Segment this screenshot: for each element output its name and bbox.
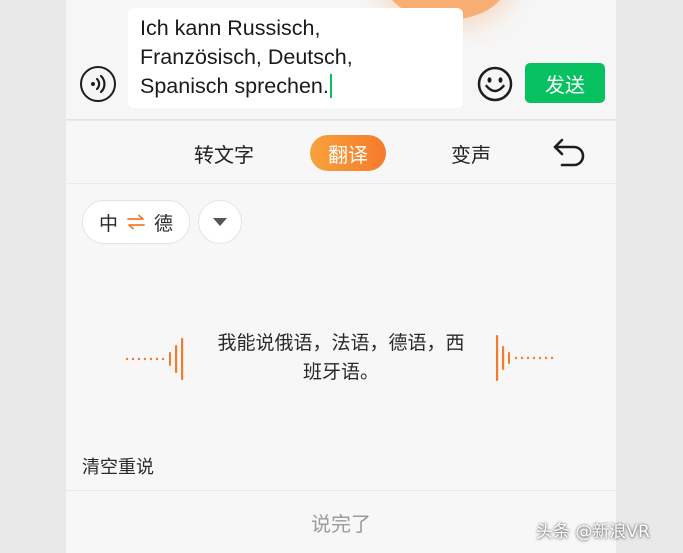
emoji-button[interactable] — [476, 65, 514, 103]
tab-translate[interactable]: 翻译 — [310, 135, 386, 171]
message-line-3-text: Spanisch sprechen. — [140, 74, 329, 98]
language-dropdown-button[interactable] — [198, 200, 242, 244]
undo-button[interactable] — [550, 137, 588, 169]
chat-voice-input-screen: Ich kann Russisch, Französisch, Deutsch,… — [0, 0, 683, 553]
watermark: 头条 @新浪VR — [536, 522, 650, 542]
undo-arrow-icon — [553, 138, 585, 167]
text-caret — [329, 74, 332, 98]
swap-arrows-icon — [126, 214, 146, 230]
finish-speaking-button[interactable]: 说完了 — [66, 490, 616, 553]
message-text-field[interactable]: Ich kann Russisch, Französisch, Deutsch,… — [128, 8, 463, 108]
tab-to-text[interactable]: 转文字 — [174, 135, 274, 171]
voice-toggle-button[interactable] — [80, 66, 116, 102]
sound-wave-right — [496, 335, 554, 381]
message-line-1: Ich kann Russisch, — [140, 16, 321, 40]
smiley-icon — [477, 66, 513, 102]
target-language: 德 — [154, 212, 174, 235]
tab-voice-change[interactable]: 变声 — [431, 135, 511, 171]
sound-wave-left — [125, 338, 184, 380]
recognized-line-1: 我能说俄语，法语，德语，西 — [217, 332, 465, 354]
source-language: 中 — [98, 212, 118, 235]
language-pair-selector[interactable]: 中 德 — [82, 200, 190, 244]
voice-mode-tabs: 转文字 翻译 变声 — [66, 121, 616, 184]
recognized-speech-text: 我能说俄语，法语，德语，西 班牙语。 — [206, 329, 476, 387]
clear-and-retry-button[interactable]: 清空重说 — [82, 453, 154, 479]
recognized-line-2: 班牙语。 — [302, 361, 379, 383]
triangle-down-icon — [213, 218, 227, 226]
voice-input-panel: 转文字 翻译 变声 中 德 我能说俄语，法语，德语，西 班牙语。 清空重说 说完… — [66, 121, 616, 553]
message-line-2: Französisch, Deutsch, — [140, 45, 353, 69]
voice-wave-icon — [91, 74, 106, 94]
send-button[interactable]: 发送 — [525, 63, 605, 103]
message-line-3: Spanisch sprechen. — [140, 72, 451, 101]
